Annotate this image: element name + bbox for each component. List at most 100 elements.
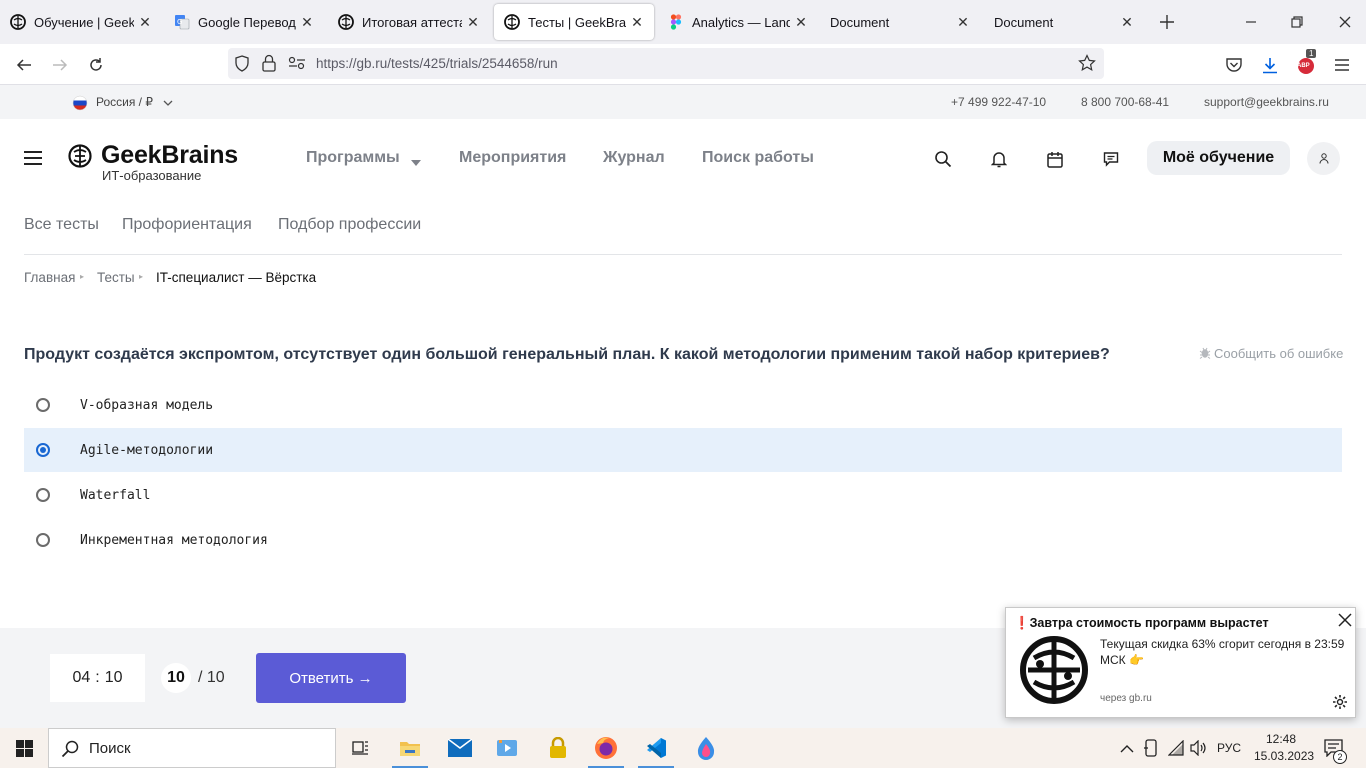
question-text: Продукт создаётся экспромтом, отсутствуе… bbox=[24, 346, 1110, 363]
reload-icon[interactable] bbox=[84, 53, 108, 77]
report-error-link[interactable]: Сообщить об ошибке bbox=[1214, 346, 1343, 361]
breadcrumb-tests[interactable]: Тесты bbox=[97, 270, 135, 285]
tab-title: Google Переводчик bbox=[198, 14, 296, 30]
region-selector[interactable]: Россия / ₽ bbox=[96, 95, 153, 109]
bookmark-star-icon[interactable] bbox=[1078, 54, 1096, 77]
notification-count-badge: 2 bbox=[1333, 750, 1347, 764]
lock-app-icon[interactable] bbox=[534, 728, 582, 768]
close-tab-icon[interactable]: ✕ bbox=[1120, 14, 1134, 31]
vscode-icon[interactable] bbox=[632, 728, 680, 768]
answer-option[interactable]: V-образная модель bbox=[24, 383, 1342, 427]
calendar-icon[interactable] bbox=[1044, 148, 1066, 170]
russia-flag-icon bbox=[72, 95, 88, 114]
my-learning-button[interactable]: Моё обучение bbox=[1147, 141, 1290, 175]
hamburger-menu-icon[interactable] bbox=[24, 151, 42, 170]
new-tab-button[interactable] bbox=[1152, 8, 1182, 36]
notification-toast[interactable]: ❗Завтра стоимость программ вырастет Теку… bbox=[1005, 607, 1356, 718]
browser-tab-1[interactable]: Обучение | GeekBrains ✕ bbox=[0, 4, 162, 40]
geekbrains-logo-icon[interactable] bbox=[68, 143, 92, 174]
browser-app-icon[interactable] bbox=[682, 728, 730, 768]
gear-icon[interactable] bbox=[1332, 694, 1348, 715]
address-bar[interactable]: https://gb.ru/tests/425/trials/2544658/r… bbox=[228, 48, 1104, 79]
user-avatar-icon[interactable] bbox=[1307, 142, 1340, 175]
menu-job-search[interactable]: Поиск работы bbox=[702, 149, 814, 167]
url-text: https://gb.ru/tests/425/trials/2544658/r… bbox=[316, 56, 558, 71]
volume-icon[interactable] bbox=[1190, 739, 1206, 761]
radio-button[interactable] bbox=[36, 488, 50, 502]
breadcrumb-current: IT-специалист — Вёрстка bbox=[156, 270, 317, 285]
phone-link-2[interactable]: 8 800 700-68-41 bbox=[1081, 95, 1169, 109]
question-counter-current: 10 bbox=[161, 663, 191, 693]
subnav-career-guidance[interactable]: Профориентация bbox=[122, 216, 252, 234]
adblock-extension-icon[interactable]: ABP 1 bbox=[1294, 49, 1318, 77]
search-icon[interactable] bbox=[932, 148, 954, 170]
phone-link-1[interactable]: +7 499 922-47-10 bbox=[951, 95, 1046, 109]
file-explorer-icon[interactable] bbox=[386, 728, 434, 768]
chevron-down-icon[interactable] bbox=[163, 96, 173, 110]
back-icon[interactable] bbox=[12, 53, 36, 77]
caret-down-icon[interactable] bbox=[411, 154, 421, 172]
close-tab-icon[interactable]: ✕ bbox=[956, 14, 970, 31]
browser-tab-4[interactable]: Тесты | GeekBrains - ✕ bbox=[494, 4, 654, 40]
task-view-icon[interactable] bbox=[336, 728, 384, 768]
radio-button[interactable] bbox=[36, 398, 50, 412]
menu-events[interactable]: Мероприятия bbox=[459, 149, 566, 167]
windows-start-icon[interactable] bbox=[0, 728, 48, 768]
lock-icon[interactable] bbox=[262, 54, 276, 77]
shield-icon[interactable] bbox=[234, 55, 250, 77]
answer-option-label: Инкрементная методология bbox=[80, 532, 268, 548]
breadcrumb-home[interactable]: Главная bbox=[24, 270, 75, 285]
subnav-all-tests[interactable]: Все тесты bbox=[24, 216, 99, 234]
chat-icon[interactable] bbox=[1100, 148, 1122, 170]
divider bbox=[24, 254, 1342, 255]
close-icon[interactable] bbox=[1338, 613, 1352, 632]
browser-tab-2[interactable]: G Google Переводчик ✕ bbox=[164, 4, 324, 40]
bell-icon[interactable] bbox=[988, 148, 1010, 170]
close-tab-icon[interactable]: ✕ bbox=[794, 14, 808, 31]
taskbar-search-box[interactable]: Поиск bbox=[48, 728, 336, 768]
permissions-icon[interactable] bbox=[288, 56, 306, 75]
close-tab-icon[interactable]: ✕ bbox=[630, 14, 644, 31]
browser-tab-7[interactable]: Document ✕ bbox=[984, 4, 1144, 40]
menu-journal[interactable]: Журнал bbox=[603, 149, 665, 167]
clock-time[interactable]: 12:48 bbox=[1266, 732, 1296, 746]
logo-text[interactable]: GeekBrains bbox=[101, 141, 238, 170]
clock-date[interactable]: 15.03.2023 bbox=[1254, 749, 1314, 763]
geekbrains-brain-logo-icon bbox=[1018, 634, 1090, 711]
device-icon[interactable] bbox=[1144, 739, 1158, 762]
answer-option-selected[interactable]: Agile-методологии bbox=[24, 428, 1342, 472]
answer-option-label: Waterfall bbox=[80, 487, 151, 503]
downloads-icon[interactable] bbox=[1258, 53, 1282, 77]
tab-title: Обучение | GeekBrains bbox=[34, 14, 134, 30]
close-window-button[interactable] bbox=[1330, 8, 1360, 36]
firefox-icon[interactable] bbox=[582, 728, 630, 768]
browser-tab-6[interactable]: Document ✕ bbox=[820, 4, 980, 40]
media-player-icon[interactable] bbox=[484, 728, 532, 768]
close-tab-icon[interactable]: ✕ bbox=[300, 14, 314, 31]
answer-option[interactable]: Инкрементная методология bbox=[24, 518, 1342, 562]
app-menu-icon[interactable] bbox=[1330, 53, 1354, 77]
bug-icon[interactable] bbox=[1199, 346, 1211, 364]
browser-tab-5[interactable]: Analytics — Landing ✕ bbox=[658, 4, 818, 40]
pocket-icon[interactable] bbox=[1222, 53, 1246, 77]
restore-button[interactable] bbox=[1282, 8, 1312, 36]
geekbrains-icon bbox=[338, 14, 354, 30]
notification-body: Текущая скидка 63% сгорит сегодня в 23:5… bbox=[1100, 637, 1345, 667]
answer-button[interactable]: Ответить → bbox=[256, 653, 406, 703]
close-tab-icon[interactable]: ✕ bbox=[466, 14, 480, 31]
menu-programs[interactable]: Программы bbox=[306, 149, 400, 167]
timer-minutes: 04 bbox=[72, 669, 91, 686]
browser-tab-3[interactable]: Итоговая аттестация ✕ bbox=[328, 4, 490, 40]
radio-button-checked[interactable] bbox=[36, 443, 50, 457]
forward-icon[interactable] bbox=[48, 53, 72, 77]
close-tab-icon[interactable]: ✕ bbox=[138, 14, 152, 31]
wifi-icon[interactable] bbox=[1167, 739, 1184, 761]
subnav-profession-selection[interactable]: Подбор профессии bbox=[278, 216, 421, 234]
chevron-up-icon[interactable] bbox=[1120, 741, 1134, 759]
radio-button[interactable] bbox=[36, 533, 50, 547]
answer-option[interactable]: Waterfall bbox=[24, 473, 1342, 517]
language-indicator[interactable]: РУС bbox=[1217, 741, 1241, 755]
minimize-button[interactable] bbox=[1236, 8, 1266, 36]
support-email-link[interactable]: support@geekbrains.ru bbox=[1204, 95, 1329, 109]
mail-icon[interactable] bbox=[436, 728, 484, 768]
